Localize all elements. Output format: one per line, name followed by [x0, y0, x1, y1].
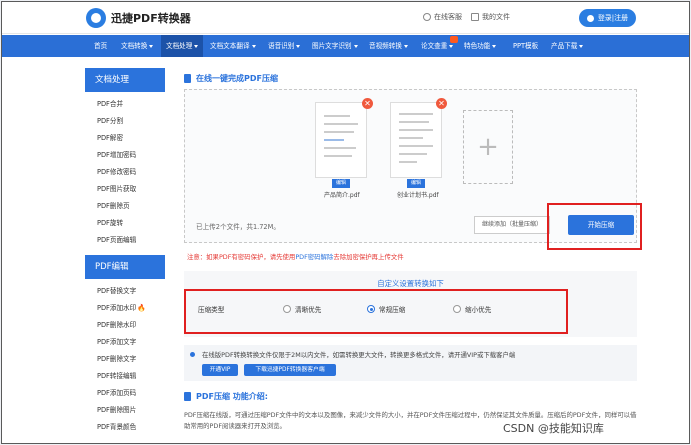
- login-label: 登录|注册: [597, 14, 629, 22]
- sidebar-item-pdf-delete-page[interactable]: PDF删除页: [85, 198, 165, 215]
- nav-ppt[interactable]: PPT模板: [513, 35, 538, 57]
- sidebar-item-pdf-rotate[interactable]: PDF旋转: [85, 215, 165, 232]
- sidebar-item-pdf-split[interactable]: PDF分割: [85, 113, 165, 130]
- remove-file-icon[interactable]: ✕: [436, 98, 447, 109]
- remove-file-icon[interactable]: ✕: [362, 98, 373, 109]
- sidebar-item-pdf-background-color[interactable]: PDF背景颜色: [85, 419, 165, 436]
- settings-title: 自定义设置转换如下: [377, 279, 444, 288]
- nav-plagiarism[interactable]: 论文查重: [421, 35, 454, 57]
- vip-banner: 在线版PDF转换转换文件仅限于2M以内文件，如需转换更大文件，转换更多格式文件，…: [184, 345, 637, 381]
- sidebar-item-pdf-add-watermark[interactable]: PDF添加水印🔥: [85, 300, 165, 317]
- logo-text: 迅捷PDF转换器: [111, 12, 191, 25]
- file-name: 创业计划书.pdf: [397, 192, 439, 199]
- pdf-decrypt-link[interactable]: PDF密码解除: [295, 253, 333, 261]
- chevron-down-icon: [403, 44, 408, 48]
- download-client-button[interactable]: 下载迅捷PDF转换器客户端: [244, 364, 336, 376]
- vip-notice-text: 在线版PDF转换转换文件仅限于2M以内文件，如需转换更大文件，转换更多格式文件，…: [202, 351, 516, 359]
- function-intro-title-text: PDF压缩 功能介绍:: [196, 392, 268, 401]
- my-files-link[interactable]: 我的文件: [471, 12, 510, 22]
- radio-icon: [283, 305, 291, 313]
- sidebar-item-pdf-merge[interactable]: PDF合并: [85, 96, 165, 113]
- user-icon: [586, 14, 594, 22]
- sidebar: 文档处理 PDF合并 PDF分割 PDF解密 PDF增加密码 PDF修改密码 P…: [85, 68, 165, 443]
- nav-av-convert[interactable]: 音视频转换: [369, 35, 408, 57]
- chevron-down-icon: [149, 44, 154, 48]
- add-file-button[interactable]: +: [463, 110, 513, 184]
- open-vip-button[interactable]: 开通VIP: [202, 364, 238, 376]
- fire-icon: 🔥: [137, 304, 146, 312]
- sidebar-item-pdf-add-page-number[interactable]: PDF添加页码: [85, 385, 165, 402]
- nav-home[interactable]: 首页: [94, 35, 107, 57]
- radio-selected-icon: [367, 305, 375, 313]
- file-thumbnail[interactable]: [315, 102, 367, 178]
- edit-file-button[interactable]: 编辑: [407, 179, 425, 188]
- online-service-link[interactable]: 在线客服: [423, 12, 462, 22]
- nav-speech[interactable]: 语音识别: [268, 35, 301, 57]
- logo-icon: [86, 8, 106, 28]
- sidebar-item-pdf-add-text[interactable]: PDF添加文字: [85, 334, 165, 351]
- info-bullet-icon: [190, 352, 195, 357]
- continue-add-button[interactable]: 继续添加（批量压缩）: [474, 216, 550, 234]
- browser-frame: 迅捷PDF转换器 在线客服 我的文件 登录|注册 首页 文档转换 文档处理 文档…: [1, 1, 690, 444]
- radio-clarity-first[interactable]: 清晰优先: [283, 304, 321, 314]
- chevron-down-icon: [296, 44, 301, 48]
- top-bar: 迅捷PDF转换器 在线客服 我的文件 登录|注册: [2, 2, 689, 34]
- nav-ocr[interactable]: 图片文字识别: [312, 35, 358, 57]
- sidebar-section-pdf-edit: PDF编辑: [85, 255, 165, 279]
- nav-doc-process[interactable]: 文档处理: [161, 35, 204, 57]
- radio-normal-compress[interactable]: 常规压缩: [367, 304, 405, 314]
- chevron-down-icon: [251, 44, 256, 48]
- main-nav: 首页 文档转换 文档处理 文档文本翻译 语音识别 图片文字识别 音视频转换 论文…: [2, 35, 689, 57]
- sidebar-item-pdf-transfer-edit[interactable]: PDF转接编辑: [85, 368, 165, 385]
- sidebar-item-pdf-page-edit[interactable]: PDF页面编辑: [85, 232, 165, 249]
- sidebar-item-pdf-remove-watermark[interactable]: PDF删除水印: [85, 317, 165, 334]
- online-service-label: 在线客服: [434, 13, 462, 21]
- chevron-down-icon: [353, 44, 358, 48]
- chevron-down-icon: [194, 44, 199, 48]
- document-icon: [184, 392, 191, 401]
- password-notice: 注意：如果PDF有密码保护，请先使用PDF密码解除去除加密保护再上传文件: [187, 253, 404, 261]
- sidebar-item-pdf-replace-text[interactable]: PDF替换文字: [85, 283, 165, 300]
- sidebar-item-pdf-add-password[interactable]: PDF增加密码: [85, 147, 165, 164]
- nav-translate[interactable]: 文档文本翻译: [210, 35, 256, 57]
- nav-features[interactable]: 特色功能: [464, 35, 497, 57]
- document-icon: [184, 74, 191, 83]
- sidebar-item-pdf-decrypt[interactable]: PDF解密: [85, 130, 165, 147]
- compress-type-label: 压缩类型: [198, 306, 225, 314]
- watermark: CSDN @技能知识库: [503, 422, 604, 435]
- chevron-down-icon: [579, 44, 584, 48]
- my-files-label: 我的文件: [482, 13, 510, 21]
- upload-summary: 已上传2个文件，共1.72M。: [196, 223, 280, 231]
- sidebar-item-pdf-change-password[interactable]: PDF修改密码: [85, 164, 165, 181]
- page-title: 在线一键完成PDF压缩: [184, 73, 278, 84]
- nav-doc-convert[interactable]: 文档转换: [121, 35, 154, 57]
- headset-icon: [423, 13, 431, 21]
- file-icon: [471, 13, 479, 21]
- sidebar-item-pdf-extract-images[interactable]: PDF图片获取: [85, 181, 165, 198]
- radio-size-first[interactable]: 缩小优先: [453, 304, 491, 314]
- file-thumbnail[interactable]: [390, 102, 442, 178]
- file-name: 产品简介.pdf: [324, 192, 360, 199]
- sidebar-item-pdf-delete-text[interactable]: PDF删除文字: [85, 351, 165, 368]
- sidebar-item-pdf-delete-image[interactable]: PDF删除图片: [85, 402, 165, 419]
- logo[interactable]: 迅捷PDF转换器: [86, 8, 191, 28]
- sidebar-section-doc-process: 文档处理: [85, 68, 165, 92]
- chevron-down-icon: [492, 44, 497, 48]
- highlight-box: [547, 203, 642, 250]
- edit-file-button[interactable]: 编辑: [332, 179, 350, 188]
- function-intro-title: PDF压缩 功能介绍:: [184, 391, 268, 402]
- chevron-down-icon: [449, 44, 454, 48]
- radio-icon: [453, 305, 461, 313]
- page-title-text: 在线一键完成PDF压缩: [196, 74, 278, 83]
- new-badge: [450, 36, 458, 43]
- nav-download[interactable]: 产品下载: [551, 35, 584, 57]
- login-button[interactable]: 登录|注册: [579, 9, 636, 27]
